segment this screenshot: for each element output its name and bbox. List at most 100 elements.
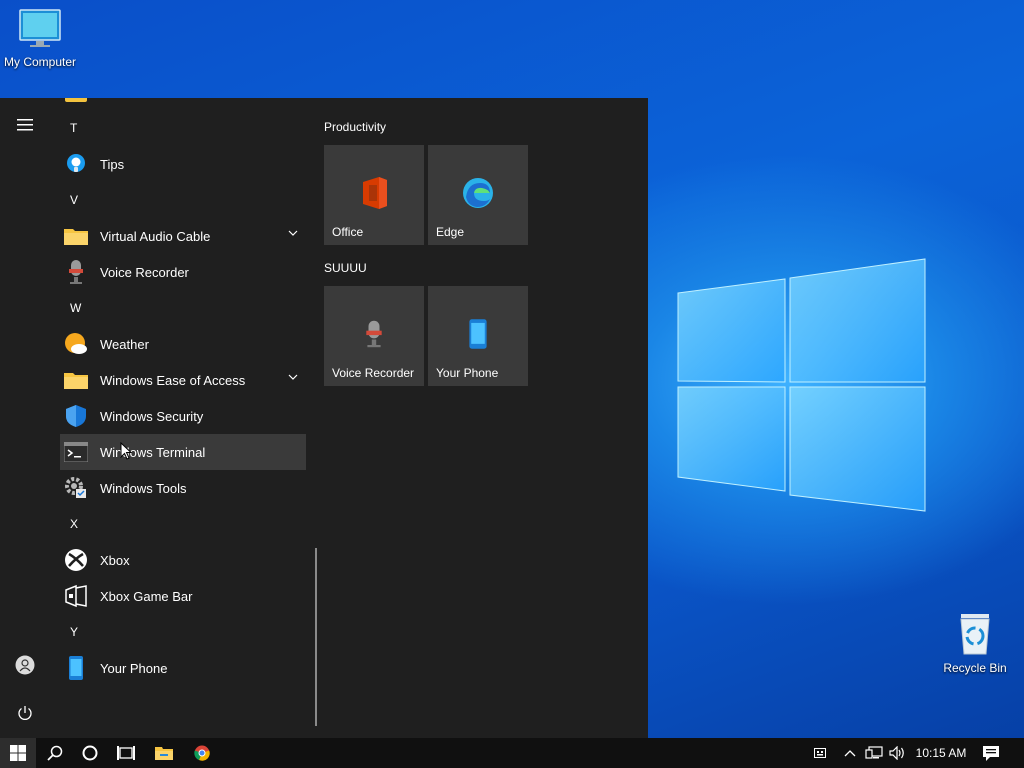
user-icon bbox=[15, 655, 35, 675]
search-icon bbox=[47, 745, 63, 761]
letter-header-x[interactable]: X bbox=[60, 506, 306, 542]
app-windows-ease-of-access-folder[interactable]: Windows Ease of Access bbox=[60, 362, 306, 398]
notification-icon bbox=[983, 745, 999, 761]
start-menu: T Tips V Virtual Audio Cable Voice Recor… bbox=[0, 98, 648, 738]
tile-group-productivity: Office Edge bbox=[324, 145, 528, 245]
cortana-icon bbox=[82, 745, 98, 761]
tile-office[interactable]: Office bbox=[324, 145, 424, 245]
app-label: Windows Ease of Access bbox=[100, 372, 246, 388]
tile-label: Voice Recorder bbox=[332, 366, 415, 380]
app-label: Windows Tools bbox=[100, 480, 187, 496]
tools-icon bbox=[64, 476, 88, 500]
tips-icon bbox=[64, 152, 88, 176]
xbox-icon bbox=[64, 548, 88, 572]
mouse-cursor-icon bbox=[120, 442, 132, 460]
app-label: Windows Security bbox=[100, 408, 204, 424]
desktop-icon-recycle-bin[interactable]: Recycle Bin bbox=[935, 612, 1015, 675]
app-windows-terminal[interactable]: Windows Terminal bbox=[60, 434, 306, 470]
app-xbox-game-bar[interactable]: Xbox Game Bar bbox=[60, 578, 306, 614]
action-center-button[interactable] bbox=[978, 738, 1004, 768]
task-view-button[interactable] bbox=[108, 738, 144, 768]
start-icon bbox=[10, 745, 26, 761]
expand-menu-button[interactable] bbox=[10, 110, 40, 140]
app-xbox[interactable]: Xbox bbox=[60, 542, 306, 578]
folder-icon bbox=[65, 98, 87, 102]
tile-your-phone[interactable]: Your Phone bbox=[428, 286, 528, 386]
phone-icon bbox=[64, 656, 88, 680]
app-label: Voice Recorder bbox=[100, 264, 189, 280]
chrome-button[interactable] bbox=[184, 738, 220, 768]
app-list[interactable]: T Tips V Virtual Audio Cable Voice Recor… bbox=[60, 98, 306, 738]
app-virtual-audio-cable-folder[interactable]: Virtual Audio Cable bbox=[60, 218, 306, 254]
microphone-icon bbox=[64, 260, 88, 284]
clock[interactable]: 10:15 AM bbox=[912, 738, 970, 768]
volume-icon bbox=[889, 746, 904, 760]
windows-wallpaper-logo bbox=[677, 258, 926, 512]
app-weather[interactable]: Weather bbox=[60, 326, 306, 362]
input-indicator-button[interactable] bbox=[810, 738, 830, 768]
shield-icon bbox=[64, 404, 88, 428]
file-explorer-icon bbox=[155, 747, 173, 760]
start-rail bbox=[0, 98, 50, 738]
app-label: Weather bbox=[100, 336, 149, 352]
power-icon bbox=[18, 706, 32, 720]
app-voice-recorder[interactable]: Voice Recorder bbox=[60, 254, 306, 290]
start-button[interactable] bbox=[0, 738, 36, 768]
power-button[interactable] bbox=[10, 698, 40, 728]
app-label: Your Phone bbox=[100, 660, 168, 676]
tile-voice-recorder[interactable]: Voice Recorder bbox=[324, 286, 424, 386]
taskbar: 10:15 AM bbox=[0, 738, 1024, 768]
app-label: Xbox Game Bar bbox=[100, 588, 193, 604]
folder-icon bbox=[64, 368, 88, 392]
desktop-icon-label: My Computer bbox=[3, 55, 77, 69]
desktop-icon-my-computer[interactable]: My Computer bbox=[0, 8, 80, 69]
letter-header-w[interactable]: W bbox=[60, 290, 306, 326]
app-your-phone[interactable]: Your Phone bbox=[60, 650, 306, 686]
tile-edge[interactable]: Edge bbox=[428, 145, 528, 245]
recycle-bin-icon bbox=[960, 614, 990, 655]
network-icon bbox=[865, 746, 883, 759]
phone-icon bbox=[462, 318, 494, 350]
tile-label: Office bbox=[332, 225, 364, 239]
app-tips[interactable]: Tips bbox=[60, 146, 306, 182]
letter-header-t[interactable]: T bbox=[60, 110, 306, 146]
keyboard-icon bbox=[814, 748, 826, 758]
cortana-button[interactable] bbox=[72, 738, 108, 768]
letter-header-y[interactable]: Y bbox=[60, 614, 306, 650]
search-button[interactable] bbox=[38, 738, 72, 768]
network-button[interactable] bbox=[862, 738, 886, 768]
volume-button[interactable] bbox=[886, 738, 910, 768]
app-label: Xbox bbox=[100, 552, 130, 568]
app-windows-security[interactable]: Windows Security bbox=[60, 398, 306, 434]
user-account-button[interactable] bbox=[10, 650, 40, 680]
app-label: Tips bbox=[100, 156, 125, 172]
microphone-icon bbox=[358, 318, 390, 350]
terminal-icon bbox=[64, 440, 88, 464]
tile-group-title[interactable]: Productivity bbox=[324, 116, 528, 138]
office-icon bbox=[358, 177, 390, 209]
clock-time: 10:15 AM bbox=[915, 746, 967, 760]
app-label: Virtual Audio Cable bbox=[100, 228, 211, 244]
app-list-scrollbar[interactable] bbox=[315, 548, 317, 726]
edge-icon bbox=[462, 177, 494, 209]
tile-group-suuuu: Voice Recorder Your Phone bbox=[324, 286, 528, 386]
folder-icon bbox=[64, 224, 88, 248]
hamburger-icon bbox=[17, 119, 33, 131]
game-bar-icon bbox=[64, 584, 88, 608]
app-label: Windows Terminal bbox=[100, 444, 206, 460]
show-hidden-icons-button[interactable] bbox=[840, 738, 860, 768]
letter-header-v[interactable]: V bbox=[60, 182, 306, 218]
desktop-icon-label: Recycle Bin bbox=[943, 661, 1007, 675]
chevron-down-icon bbox=[288, 374, 298, 380]
chevron-down-icon bbox=[288, 230, 298, 236]
chevron-up-icon bbox=[844, 750, 856, 757]
tile-label: Your Phone bbox=[436, 366, 499, 380]
tile-area: Productivity Office Edge SUUUU Voice Rec… bbox=[324, 116, 528, 398]
computer-icon bbox=[19, 9, 61, 47]
app-windows-tools[interactable]: Windows Tools bbox=[60, 470, 306, 506]
task-view-icon bbox=[117, 746, 135, 760]
file-explorer-button[interactable] bbox=[146, 738, 182, 768]
weather-icon bbox=[64, 332, 88, 356]
tile-group-title[interactable]: SUUUU bbox=[324, 257, 528, 279]
tile-label: Edge bbox=[436, 225, 465, 239]
